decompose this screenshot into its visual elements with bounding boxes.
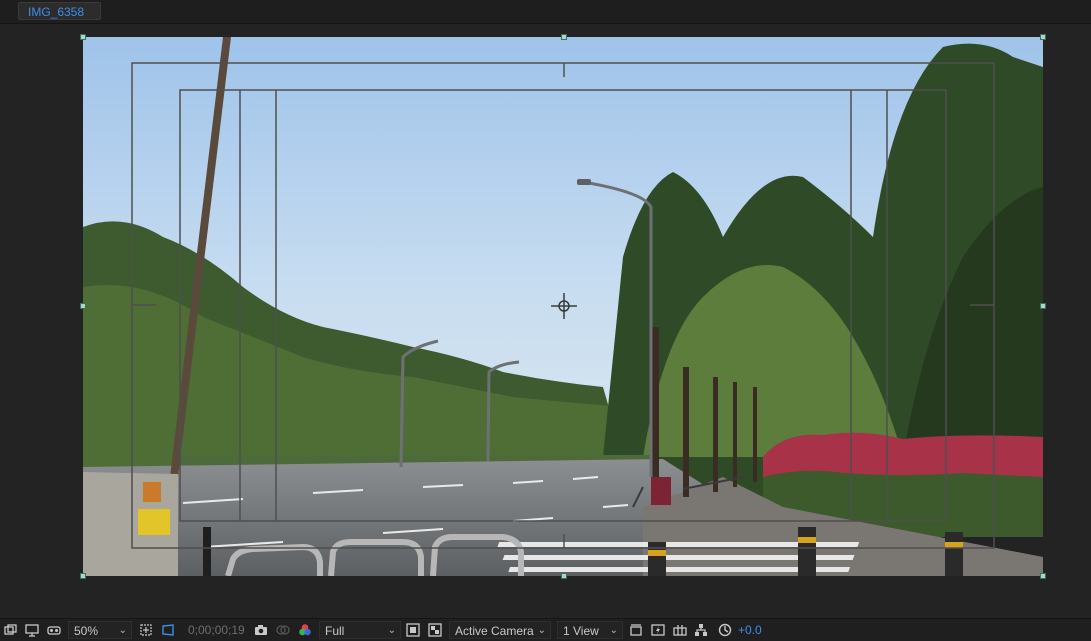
- current-time-display[interactable]: 0;00;00;19: [188, 622, 245, 638]
- layer-handle-top-left[interactable]: [80, 34, 86, 40]
- chevron-down-icon: ⌄: [118, 625, 127, 636]
- layer-handle-top-center[interactable]: [561, 34, 567, 40]
- view-layout-dropdown[interactable]: 1 View ⌄: [557, 621, 623, 639]
- view-layout-value: 1 View: [563, 624, 599, 638]
- resolution-dropdown[interactable]: Full ⌄: [319, 621, 401, 639]
- layer-handle-bottom-left[interactable]: [80, 573, 86, 579]
- region-of-interest-icon[interactable]: [406, 623, 420, 637]
- composition-tab-bar: IMG_6358: [0, 0, 1091, 24]
- chevron-down-icon: ⌄: [537, 625, 546, 636]
- transparency-grid-icon[interactable]: [428, 623, 442, 637]
- layer-handle-middle-right[interactable]: [1040, 303, 1046, 309]
- camera-view-dropdown[interactable]: Active Camera ⌄: [449, 621, 551, 639]
- channel-rgb-icon[interactable]: [298, 623, 312, 637]
- video-frame-image: [83, 37, 1043, 576]
- layer-handle-middle-left[interactable]: [80, 303, 86, 309]
- resolution-value: Full: [325, 624, 345, 638]
- toggle-pixel-aspect-icon[interactable]: [629, 623, 643, 637]
- monitor-icon[interactable]: [25, 623, 39, 637]
- timeline-icon[interactable]: [673, 623, 687, 637]
- magnification-dropdown[interactable]: 50% ⌄: [68, 621, 132, 639]
- layer-handle-top-right[interactable]: [1040, 34, 1046, 40]
- fit-to-frame-icon[interactable]: [139, 623, 153, 637]
- flowchart-icon[interactable]: [694, 623, 708, 637]
- camera-snapshot-icon[interactable]: [254, 623, 268, 637]
- camera-view-value: Active Camera: [455, 624, 534, 638]
- reset-exposure-icon[interactable]: [718, 623, 732, 637]
- chevron-down-icon: ⌄: [387, 625, 396, 636]
- show-snapshot-icon[interactable]: [276, 623, 290, 637]
- vr-goggles-icon[interactable]: [47, 623, 61, 637]
- viewer-toolbar: 50% ⌄ 0;00;00;19 Full ⌄ Active Camera ⌄ …: [0, 618, 1091, 641]
- composition-tab[interactable]: IMG_6358: [18, 2, 101, 20]
- layer-handle-bottom-right[interactable]: [1040, 573, 1046, 579]
- composition-frame[interactable]: [83, 37, 1043, 576]
- magnification-value: 50%: [74, 624, 99, 638]
- chevron-down-icon: ⌄: [609, 625, 618, 636]
- exposure-value[interactable]: +0.0: [738, 622, 762, 638]
- always-preview-icon[interactable]: [4, 623, 18, 637]
- fast-previews-icon[interactable]: [651, 623, 665, 637]
- mask-visibility-icon[interactable]: [161, 623, 175, 637]
- layer-handle-bottom-center[interactable]: [561, 573, 567, 579]
